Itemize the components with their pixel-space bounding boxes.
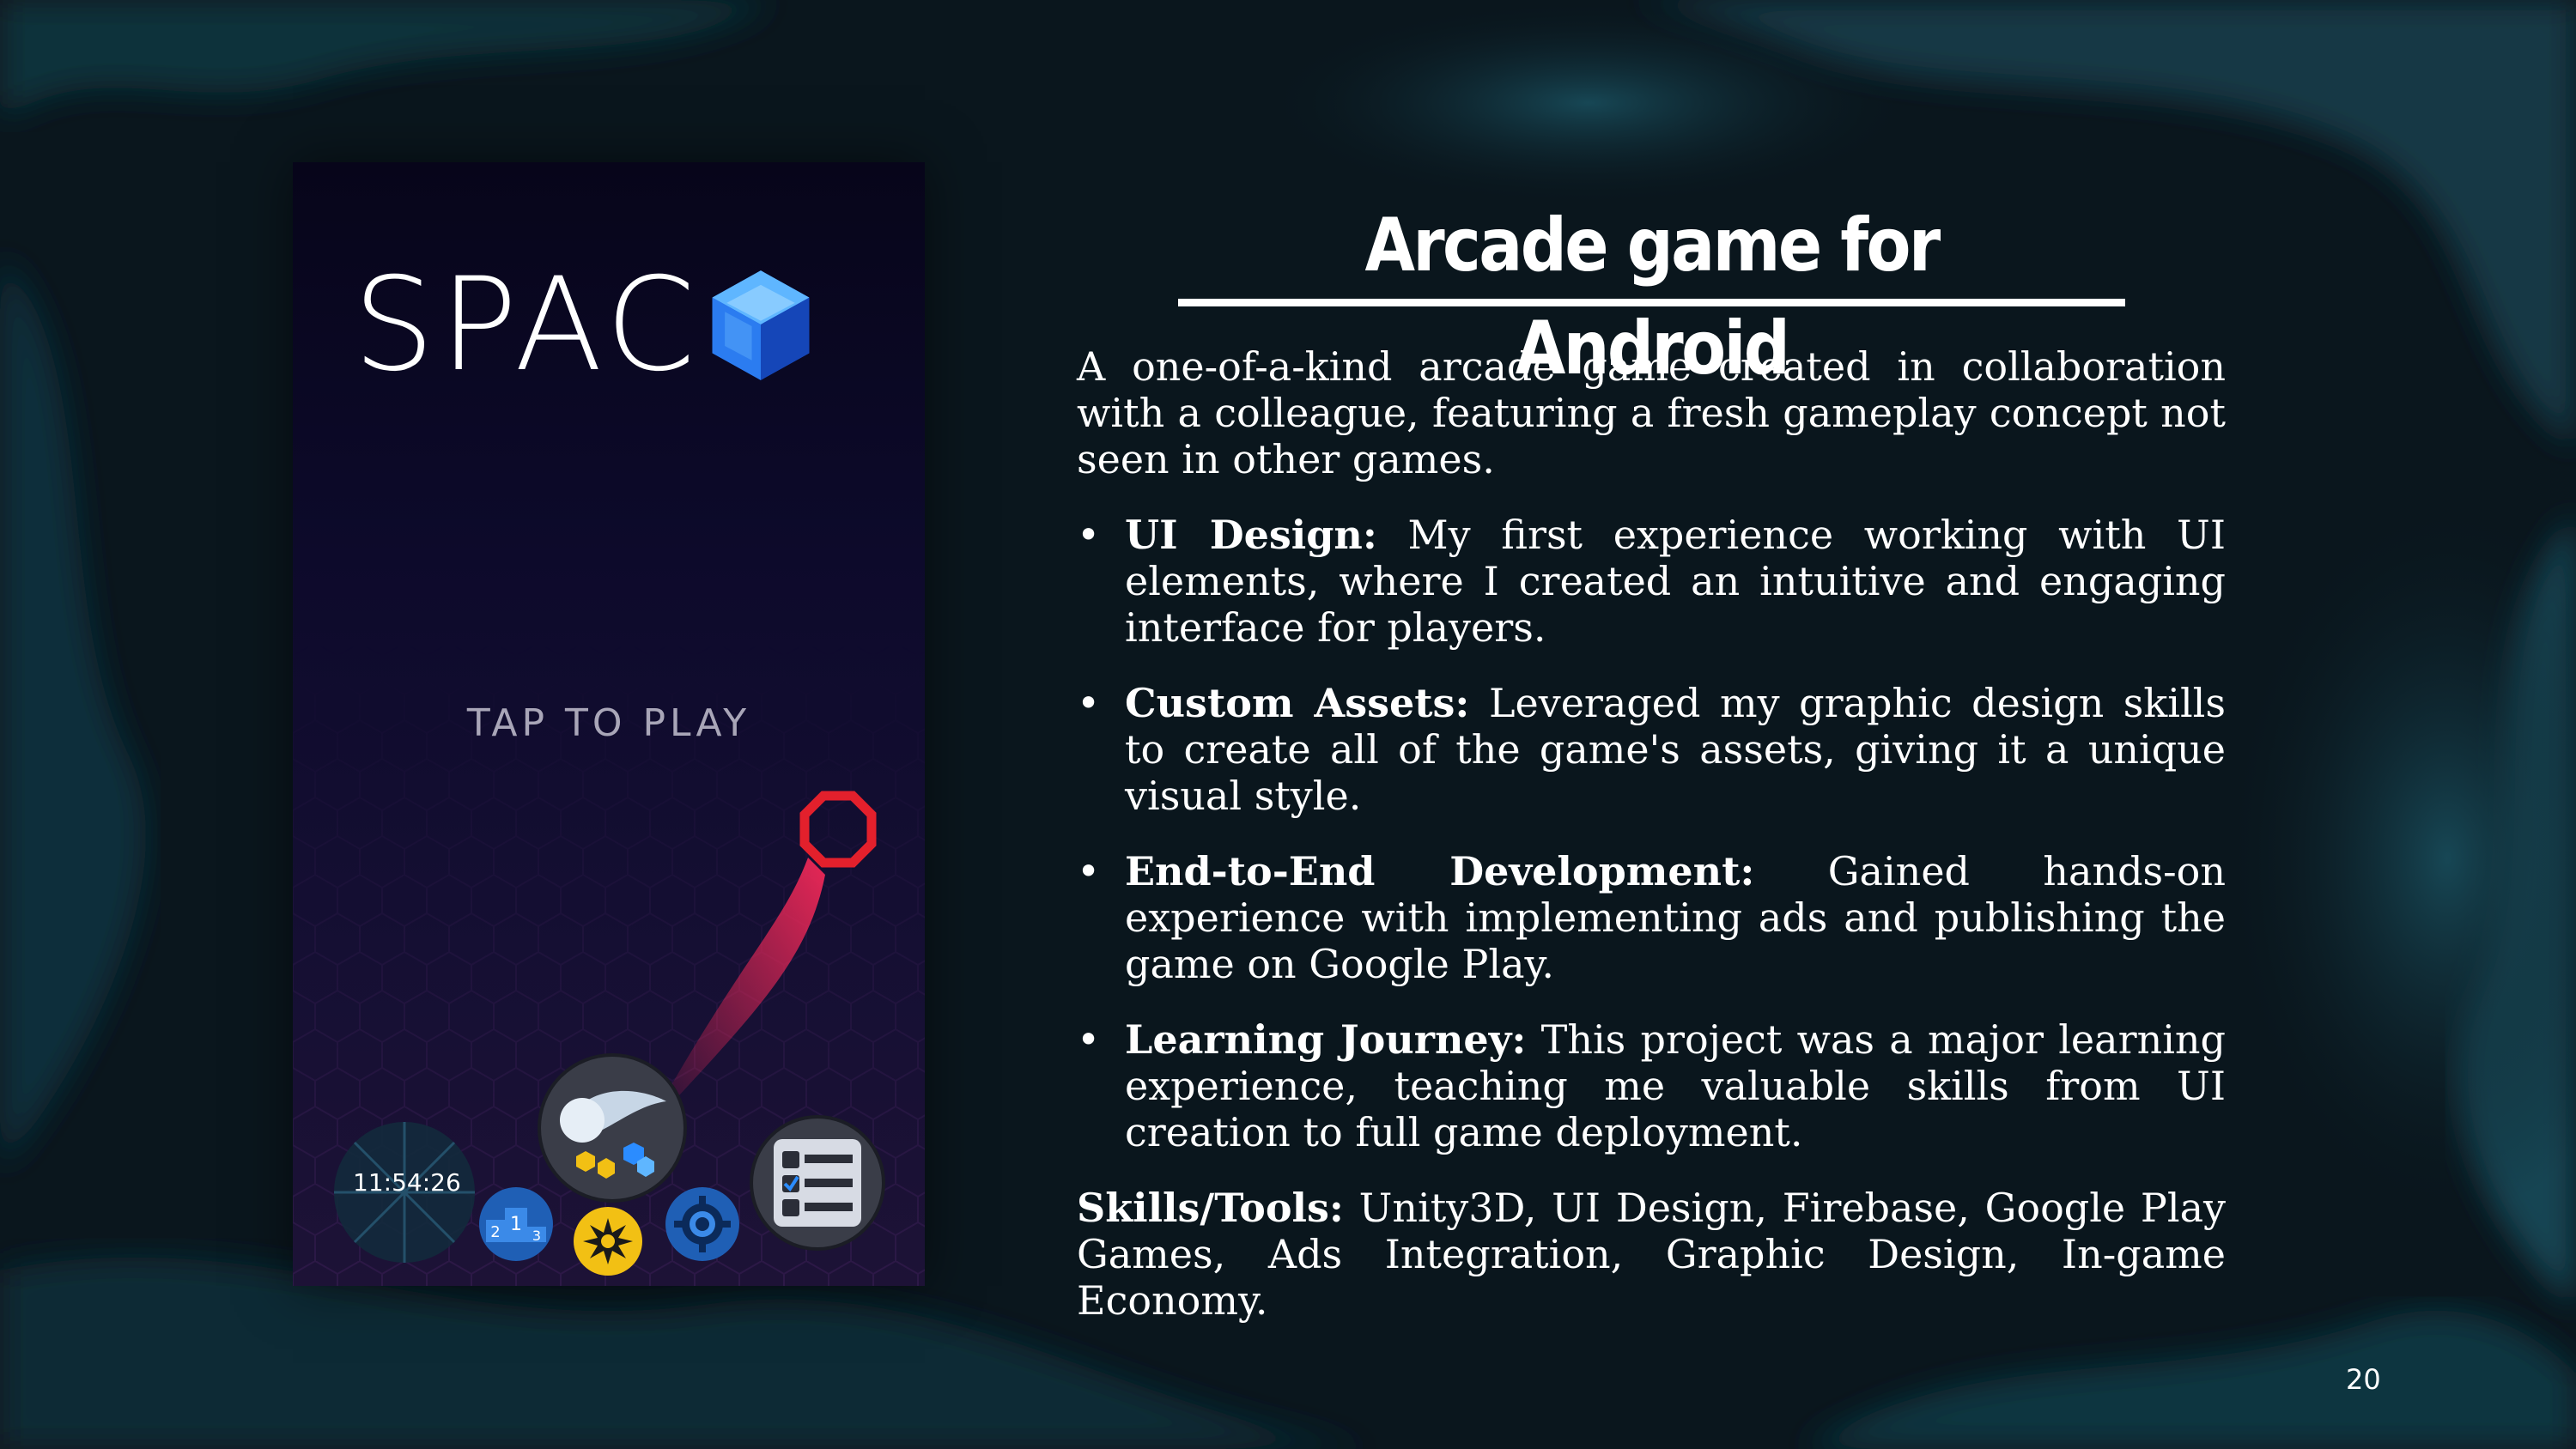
game-logo-text: SPAC [353,251,701,400]
feature-list: UI Design: My first experience working w… [1077,512,2226,1155]
tap-to-play-label[interactable]: TAP TO PLAY [293,701,925,745]
title-underline [1178,299,2125,306]
game-logo: SPAC [353,257,816,394]
bullet-label: Custom Assets: [1125,680,1470,726]
list-item: Learning Journey: This project was a maj… [1077,1016,2226,1155]
burst-icon[interactable] [573,1206,643,1276]
bullet-label: Learning Journey: [1125,1016,1527,1063]
list-item: Custom Assets: Leveraged my graphic desi… [1077,680,2226,819]
svg-text:3: 3 [532,1228,541,1244]
slide-body: A one-of-a-kind arcade game created in c… [1077,343,2226,1353]
page-number: 20 [2346,1363,2381,1396]
svg-text:2: 2 [490,1223,500,1241]
intro-paragraph: A one-of-a-kind arcade game created in c… [1077,343,2226,482]
ship-skins-icon[interactable] [538,1053,688,1203]
bullet-label: UI Design: [1125,512,1377,558]
timer-value: 11:54:26 [353,1168,461,1197]
leaderboard-podium-icon[interactable]: 1 2 3 [477,1185,555,1263]
settings-gear-icon[interactable] [664,1185,741,1263]
skills-label: Skills/Tools: [1077,1185,1344,1231]
list-item: End-to-End Development: Gained hands-on … [1077,848,2226,987]
skills-paragraph: Skills/Tools: Unity3D, UI Design, Fireba… [1077,1185,2226,1324]
red-octagon-ring-icon [799,791,877,868]
list-item: UI Design: My first experience working w… [1077,512,2226,651]
bullet-label: End-to-End Development: [1125,848,1755,894]
game-screenshot: SPAC TAP TO PLAY 11:54:26 1 2 3 [293,162,925,1286]
blue-cube-gem-icon [712,270,810,380]
svg-text:1: 1 [510,1214,522,1235]
menu-list-icon[interactable] [750,1115,885,1251]
